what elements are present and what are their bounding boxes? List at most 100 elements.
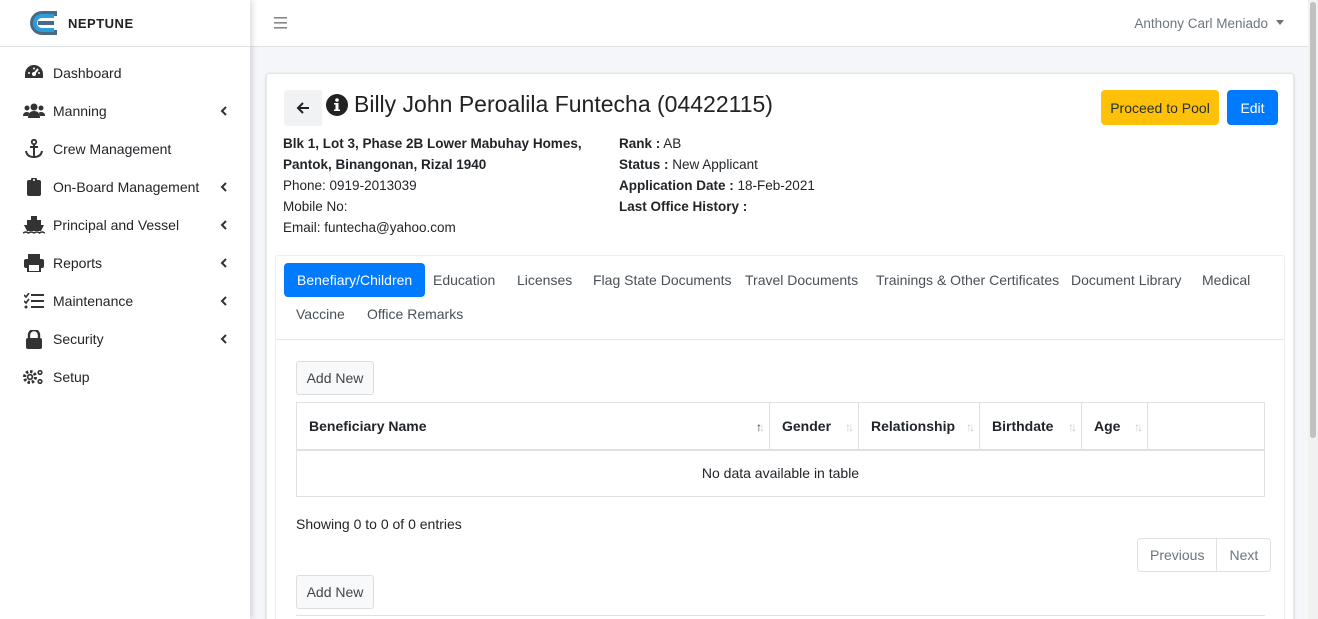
tab-medical[interactable]: Medical xyxy=(1202,263,1250,297)
topbar: Anthony Carl Meniado xyxy=(250,0,1308,47)
sidebar-item-crew-management[interactable]: Crew Management xyxy=(0,130,250,168)
sidebar-item-on-board-management[interactable]: On-Board Management xyxy=(0,168,250,206)
tab-vaccine[interactable]: Vaccine xyxy=(296,297,345,331)
list-check-icon xyxy=(23,291,45,311)
column-label: Beneficiary Name xyxy=(309,417,427,434)
crew-profile-card: Billy John Peroalila Funtecha (04422115)… xyxy=(266,73,1294,619)
printer-icon xyxy=(23,253,45,273)
sidebar-item-label: Manning xyxy=(53,103,107,119)
sidebar-item-label: Reports xyxy=(53,255,103,271)
empty-table-message: No data available in table xyxy=(296,449,1265,497)
users-icon xyxy=(23,101,45,121)
application-date-label: Application Date : xyxy=(619,178,734,193)
application-date-row: Application Date : 18-Feb-2021 xyxy=(619,175,919,196)
page-scrollbar[interactable] xyxy=(1308,0,1318,619)
address-line-1: Blk 1, Lot 3, Phase 2B Lower Mabuhay Hom… xyxy=(283,136,582,151)
brand-name: NEPTUNE xyxy=(68,15,134,31)
add-new-button[interactable]: Add New xyxy=(296,361,374,395)
sort-icon: ↑↓ xyxy=(1068,420,1077,434)
tab-trainings-certificates[interactable]: Trainings & Other Certificates xyxy=(876,263,1059,297)
crew-contact-info: Blk 1, Lot 3, Phase 2B Lower Mabuhay Hom… xyxy=(283,133,593,238)
column-label: Age xyxy=(1094,417,1121,434)
status-value: New Applicant xyxy=(672,157,758,172)
user-name: Anthony Carl Meniado xyxy=(1134,16,1268,31)
chevron-left-icon xyxy=(218,106,228,116)
sidebar-item-principal-and-vessel[interactable]: Principal and Vessel xyxy=(0,206,250,244)
rank-value: AB xyxy=(663,136,682,151)
last-office-history-row: Last Office History : xyxy=(619,196,919,217)
tab-travel-documents[interactable]: Travel Documents xyxy=(745,263,858,297)
table-info: Showing 0 to 0 of 0 entries xyxy=(296,516,462,532)
table-header-row: Beneficiary Name ↑↓ Gender ↑↓ Relationship… xyxy=(296,402,1265,451)
rank-row: Rank : AB xyxy=(619,133,919,154)
tab-licenses[interactable]: Licenses xyxy=(517,263,572,297)
status-row: Status : New Applicant xyxy=(619,154,919,175)
sort-icon: ↑↓ xyxy=(1134,420,1143,434)
email: Email: funtecha@yahoo.com xyxy=(283,220,456,235)
chevron-left-icon xyxy=(218,182,228,192)
sidebar-item-security[interactable]: Security xyxy=(0,320,250,358)
last-office-history-label: Last Office History : xyxy=(619,199,748,214)
user-menu[interactable]: Anthony Carl Meniado xyxy=(1134,16,1284,31)
arrow-left-icon xyxy=(296,102,309,114)
sidebar-item-label: Maintenance xyxy=(53,293,134,309)
sidebar-item-label: Security xyxy=(53,331,104,347)
sort-icon: ↑↓ xyxy=(845,420,854,434)
tab-beneficiary-children[interactable]: Benefiary/Children xyxy=(284,263,426,297)
sidebar-item-label: Dashboard xyxy=(53,65,122,81)
column-header-relationship[interactable]: Relationship ↑↓ xyxy=(858,402,980,451)
neptune-logo-icon xyxy=(30,11,57,35)
ship-icon xyxy=(23,215,45,235)
phone: Phone: 0919-2013039 xyxy=(283,178,417,193)
column-label: Birthdate xyxy=(992,417,1054,434)
brand[interactable]: NEPTUNE xyxy=(0,0,250,47)
sidebar-item-label: On-Board Management xyxy=(53,179,200,195)
info-circle-icon[interactable] xyxy=(326,94,348,116)
sidebar-item-dashboard[interactable]: Dashboard xyxy=(0,54,250,92)
tab-bar: Benefiary/Children Education Licenses Fl… xyxy=(276,256,1284,340)
application-date-value: 18-Feb-2021 xyxy=(737,178,815,193)
back-button[interactable] xyxy=(284,90,322,126)
sidebar-item-label: Crew Management xyxy=(53,141,172,157)
caret-down-icon xyxy=(1276,20,1284,25)
tab-flag-state-documents[interactable]: Flag State Documents xyxy=(593,263,732,297)
tab-education[interactable]: Education xyxy=(433,263,495,297)
secondary-table xyxy=(296,615,1265,619)
pagination: Previous Next xyxy=(1137,538,1272,572)
edit-button[interactable]: Edit xyxy=(1227,90,1278,125)
tab-office-remarks[interactable]: Office Remarks xyxy=(367,297,463,331)
sidebar-item-manning[interactable]: Manning xyxy=(0,92,250,130)
sidebar-item-setup[interactable]: Setup xyxy=(0,358,250,396)
column-label: Relationship xyxy=(871,417,956,434)
tabs-panel: Benefiary/Children Education Licenses Fl… xyxy=(275,255,1285,619)
chevron-left-icon xyxy=(218,296,228,306)
chevron-left-icon xyxy=(218,334,228,344)
beneficiary-table: Beneficiary Name ↑↓ Gender ↑↓ Relationship… xyxy=(296,402,1265,497)
sidebar-item-reports[interactable]: Reports xyxy=(0,244,250,282)
next-page-button[interactable]: Next xyxy=(1216,539,1270,571)
column-label: Gender xyxy=(782,417,832,434)
crew-status-info: Rank : AB Status : New Applicant Applica… xyxy=(619,133,919,217)
mobile: Mobile No: xyxy=(283,199,348,214)
page-title: Billy John Peroalila Funtecha (04422115) xyxy=(354,91,773,117)
tachometer-icon xyxy=(23,63,45,83)
address-line-2: Pantok, Binangonan, Rizal 1940 xyxy=(283,157,487,172)
previous-page-button[interactable]: Previous xyxy=(1138,539,1216,571)
column-header-birthdate[interactable]: Birthdate ↑↓ xyxy=(979,402,1082,451)
chevron-left-icon xyxy=(218,220,228,230)
hamburger-menu-icon[interactable] xyxy=(274,16,287,30)
column-header-gender[interactable]: Gender ↑↓ xyxy=(769,402,859,451)
column-header-actions xyxy=(1147,402,1265,451)
proceed-to-pool-button[interactable]: Proceed to Pool xyxy=(1101,90,1219,125)
sidebar-nav: Dashboard Manning Crew Management On-Boa… xyxy=(0,47,250,396)
column-header-beneficiary-name[interactable]: Beneficiary Name ↑↓ xyxy=(296,402,770,451)
add-new-button-secondary[interactable]: Add New xyxy=(296,575,374,609)
tab-document-library[interactable]: Document Library xyxy=(1071,263,1182,297)
clipboard-icon xyxy=(23,177,45,197)
scrollbar-thumb[interactable] xyxy=(1310,2,1316,438)
gears-icon xyxy=(23,367,45,387)
sidebar-item-maintenance[interactable]: Maintenance xyxy=(0,282,250,320)
column-header-age[interactable]: Age ↑↓ xyxy=(1081,402,1148,451)
sidebar-item-label: Setup xyxy=(53,369,90,385)
sidebar-item-label: Principal and Vessel xyxy=(53,217,180,233)
